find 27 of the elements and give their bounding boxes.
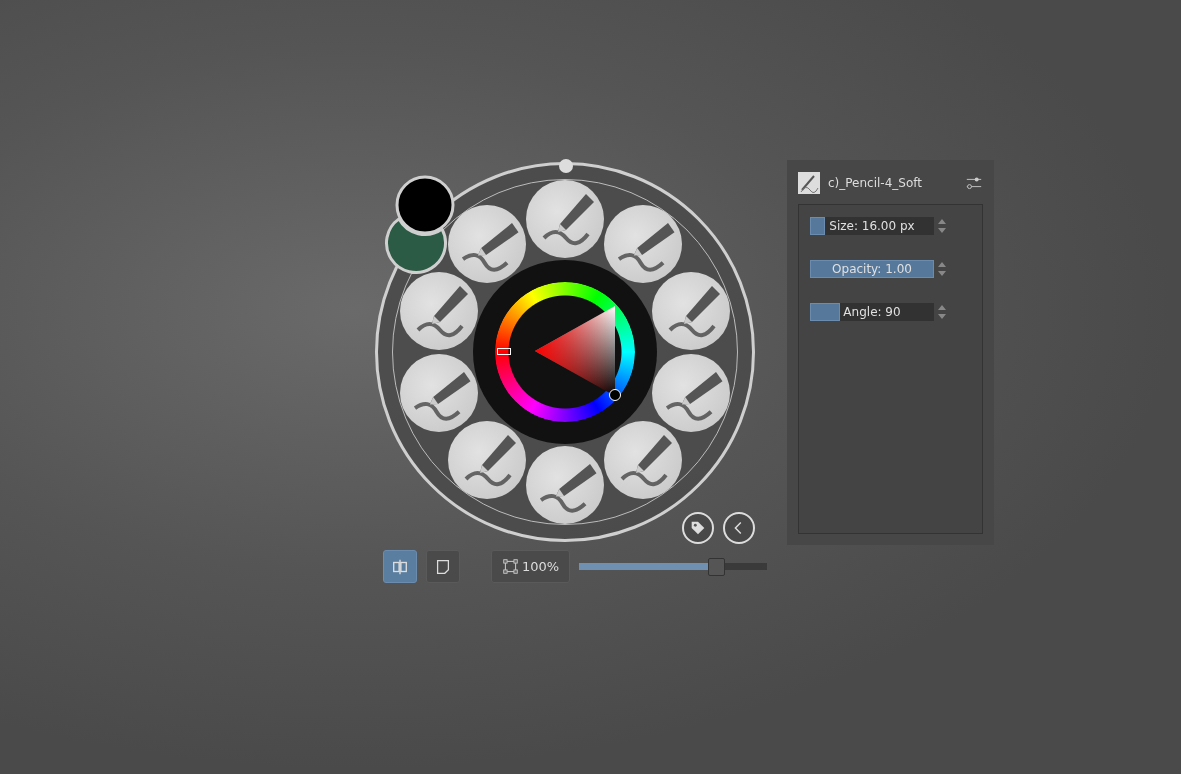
zoom-slider[interactable] <box>579 557 767 576</box>
brush-preset-button[interactable] <box>447 420 526 499</box>
page-icon <box>434 557 452 576</box>
frame-icon <box>501 558 519 575</box>
spinner-arrows-icon[interactable] <box>937 261 947 277</box>
brush-preset-button[interactable] <box>604 205 683 284</box>
slider-field[interactable]: Size: 16.00 px <box>810 217 934 235</box>
background-color-swatch[interactable] <box>385 217 447 274</box>
rotate-handle[interactable] <box>559 159 573 173</box>
foreground-color-swatch[interactable] <box>395 175 455 235</box>
mirror-button[interactable] <box>383 550 417 583</box>
slider-field[interactable]: Opacity: 1.00 <box>810 260 934 278</box>
brush-preset-button[interactable] <box>526 446 604 524</box>
brush-preview-thumbnail <box>798 172 820 194</box>
spinner-arrows-icon[interactable] <box>937 304 947 320</box>
spinner-arrows-icon[interactable] <box>937 218 947 234</box>
tag-icon <box>689 519 707 537</box>
hue-marker[interactable] <box>497 348 511 355</box>
brush-preset-name: c)_Pencil-4_Soft <box>828 176 923 190</box>
mirror-icon <box>391 557 409 576</box>
brush-preset-button[interactable] <box>526 180 604 258</box>
settings-icon[interactable] <box>965 174 983 192</box>
canvas-only-button[interactable] <box>426 550 460 583</box>
brush-preset-button[interactable] <box>447 205 526 284</box>
zoom-button[interactable]: 100% <box>491 550 570 583</box>
brush-preset-button[interactable] <box>604 420 683 499</box>
slider-field[interactable]: Angle: 90 <box>810 303 934 321</box>
